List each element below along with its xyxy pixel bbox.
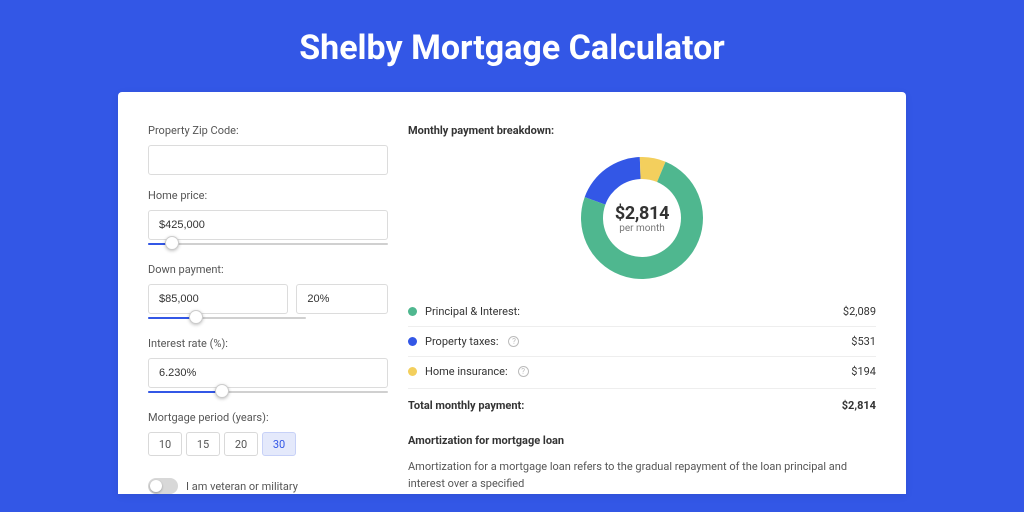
period-option-10[interactable]: 10 (148, 432, 182, 456)
calculator-card: Property Zip Code: Home price: Down paym… (118, 92, 906, 494)
total-row: Total monthly payment: $2,814 (408, 388, 876, 412)
zip-input[interactable] (148, 145, 388, 175)
legend: Principal & Interest: $2,089 Property taxe… (408, 297, 876, 386)
page-title: Shelby Mortgage Calculator (0, 0, 1024, 92)
veteran-toggle[interactable] (148, 478, 178, 494)
slider-fill (148, 391, 222, 393)
legend-value: $531 (851, 335, 876, 348)
veteran-row: I am veteran or military (148, 478, 388, 494)
legend-left: Principal & Interest: (408, 305, 520, 318)
legend-label: Principal & Interest: (425, 305, 520, 318)
legend-row: Principal & Interest: $2,089 (408, 297, 876, 327)
interest-slider[interactable] (148, 387, 388, 397)
down-payment-label: Down payment: (148, 263, 388, 276)
veteran-label: I am veteran or military (186, 480, 298, 493)
donut-sub: per month (619, 223, 665, 234)
interest-input[interactable] (148, 358, 388, 388)
amortization-desc: Amortization for a mortgage loan refers … (408, 459, 876, 492)
home-price-input[interactable] (148, 210, 388, 240)
home-price-label: Home price: (148, 189, 388, 202)
legend-value: $2,089 (843, 305, 876, 318)
legend-left: Home insurance:? (408, 365, 529, 378)
legend-dot-icon (408, 307, 417, 316)
legend-left: Property taxes:? (408, 335, 519, 348)
donut-wrap: $2,814 per month (408, 149, 876, 297)
slider-thumb[interactable] (215, 384, 229, 398)
down-payment-percent-input[interactable] (296, 284, 388, 314)
amortization-section: Amortization for mortgage loan Amortizat… (408, 434, 876, 492)
period-option-20[interactable]: 20 (224, 432, 258, 456)
legend-dot-icon (408, 367, 417, 376)
down-payment-field-group: Down payment: (148, 263, 388, 323)
help-icon[interactable]: ? (518, 366, 529, 377)
legend-row: Property taxes:? $531 (408, 327, 876, 357)
home-price-slider[interactable] (148, 239, 388, 249)
donut-center: $2,814 per month (581, 157, 703, 279)
total-value: $2,814 (842, 399, 876, 412)
interest-label: Interest rate (%): (148, 337, 388, 350)
slider-thumb[interactable] (165, 236, 179, 250)
slider-thumb[interactable] (189, 310, 203, 324)
help-icon[interactable]: ? (508, 336, 519, 347)
zip-label: Property Zip Code: (148, 124, 388, 137)
period-options: 10152030 (148, 432, 388, 456)
period-option-30[interactable]: 30 (262, 432, 296, 456)
slider-track (148, 243, 388, 245)
legend-label: Property taxes: (425, 335, 498, 348)
amortization-heading: Amortization for mortgage loan (408, 434, 876, 447)
legend-value: $194 (851, 365, 876, 378)
breakdown-heading: Monthly payment breakdown: (408, 124, 876, 137)
input-panel: Property Zip Code: Home price: Down paym… (148, 124, 388, 494)
total-label: Total monthly payment: (408, 399, 524, 412)
legend-dot-icon (408, 337, 417, 346)
down-payment-slider[interactable] (148, 313, 306, 323)
period-label: Mortgage period (years): (148, 411, 388, 424)
down-payment-amount-input[interactable] (148, 284, 288, 314)
donut-amount: $2,814 (615, 203, 669, 224)
home-price-field-group: Home price: (148, 189, 388, 249)
period-option-15[interactable]: 15 (186, 432, 220, 456)
interest-field-group: Interest rate (%): (148, 337, 388, 397)
zip-field-group: Property Zip Code: (148, 124, 388, 175)
legend-row: Home insurance:? $194 (408, 357, 876, 386)
donut-chart: $2,814 per month (581, 157, 703, 279)
period-field-group: Mortgage period (years): 10152030 (148, 411, 388, 456)
down-payment-row (148, 284, 388, 314)
legend-label: Home insurance: (425, 365, 508, 378)
breakdown-panel: Monthly payment breakdown: $2,814 per mo… (408, 124, 876, 494)
